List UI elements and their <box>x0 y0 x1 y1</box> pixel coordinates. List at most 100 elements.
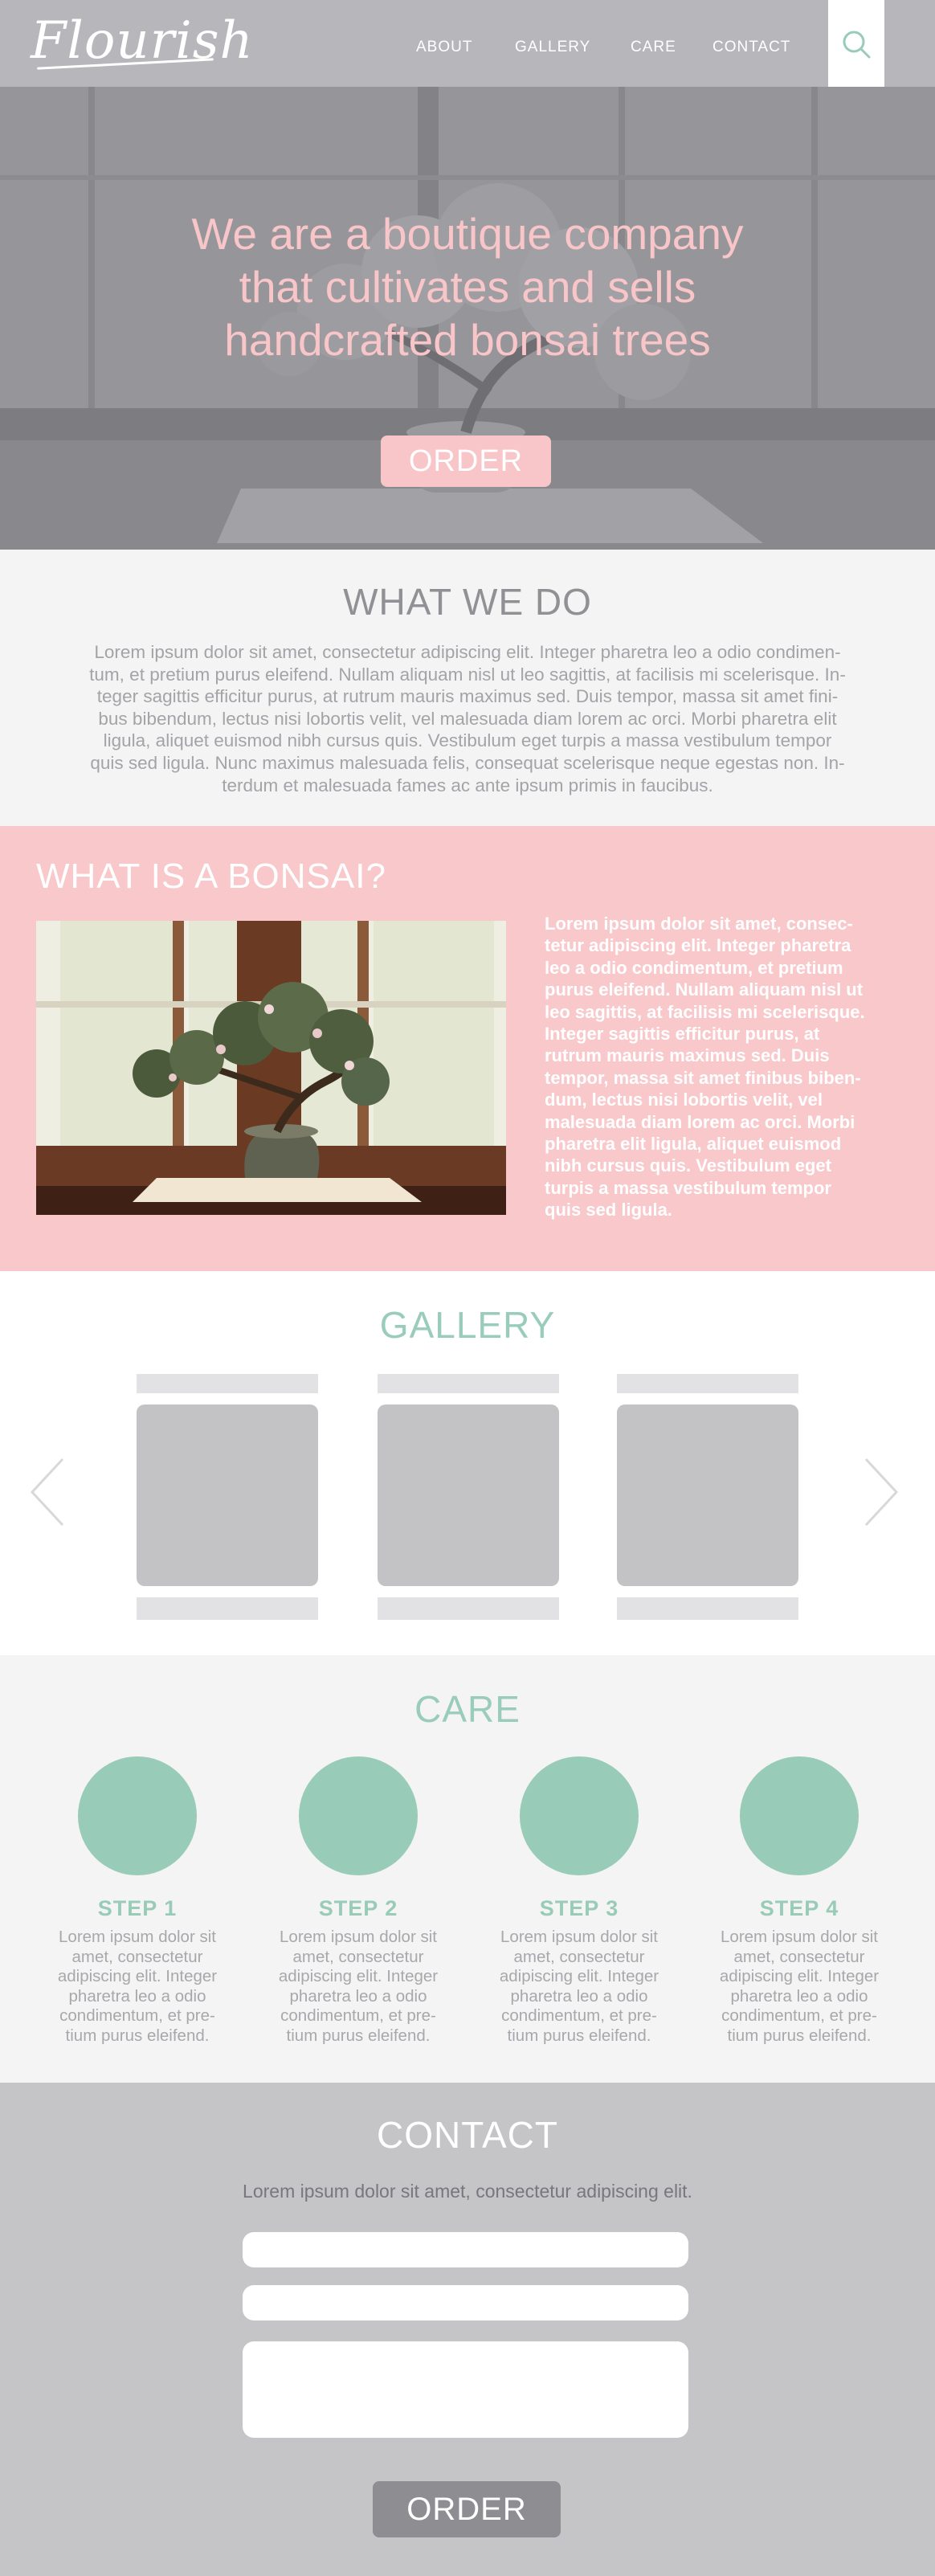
nav-contact[interactable]: CONTACT <box>712 39 790 56</box>
gallery-section: GALLERY <box>0 1271 935 1655</box>
body-line: bus bibendum, lectus nisi lobortis velit… <box>98 708 837 729</box>
contact-title: CONTACT <box>377 2114 558 2156</box>
body-line: teger sagittis efficitur purus, at rutru… <box>96 686 839 707</box>
care-section: CARE STEP 1 Lorem ipsum dolor sit amet, … <box>0 1655 935 2083</box>
gallery-card-image <box>378 1405 559 1586</box>
step-text-line: condimentum, et pre- <box>59 2006 215 2026</box>
step-text-line: adipiscing elit. Integer <box>499 1967 659 1986</box>
gallery-card-caption-bottom <box>617 1597 798 1620</box>
body-line: leo sagittis, at facilisis mi scelerisqu… <box>545 1001 865 1022</box>
gallery-card-caption-top <box>617 1374 798 1393</box>
step-image <box>78 1756 197 1875</box>
what-we-do-title: WHAT WE DO <box>343 581 592 623</box>
care-title: CARE <box>414 1688 521 1730</box>
gallery-next-button[interactable] <box>861 1456 901 1528</box>
step-text-line: Lorem ipsum dolor sit <box>280 1928 437 1946</box>
body-line: tempor, massa sit amet finibus biben- <box>545 1067 861 1088</box>
gallery-card-caption-bottom <box>137 1597 318 1620</box>
gallery-card[interactable] <box>378 1374 559 1623</box>
hero-heading-line: handcrafted bonsai trees <box>224 315 711 365</box>
gallery-card[interactable] <box>137 1374 318 1623</box>
hero-section: We are a boutique company that cultivate… <box>0 87 935 550</box>
step-text-line: tium purus eleifend. <box>727 2026 872 2045</box>
step-text-line: adipiscing elit. Integer <box>57 1967 218 1986</box>
hero-order-button[interactable]: ORDER <box>381 435 551 487</box>
message-field[interactable] <box>243 2341 688 2438</box>
chevron-right-icon <box>864 1458 899 1527</box>
care-step-3: STEP 3 Lorem ipsum dolor sit amet, conse… <box>487 1756 672 2046</box>
step-text-line: adipiscing elit. Integer <box>278 1967 439 1986</box>
gallery-card-image <box>137 1405 318 1586</box>
step-image <box>520 1756 639 1875</box>
gallery-card-caption-bottom <box>378 1597 559 1620</box>
step-text-line: pharetra leo a odio <box>730 1986 868 2006</box>
step-text-line: Lorem ipsum dolor sit <box>721 1928 878 1946</box>
bonsai-section: WHAT IS A BONSAI? Lorem ipsum dolor sit … <box>0 826 935 1271</box>
step-text-line: condimentum, et pre- <box>280 2006 436 2026</box>
step-text-line: condimentum, et pre- <box>501 2006 657 2026</box>
step-text-line: Lorem ipsum dolor sit <box>500 1928 658 1946</box>
care-step-4: STEP 4 Lorem ipsum dolor sit amet, conse… <box>707 1756 892 2046</box>
nav-about[interactable]: ABOUT <box>416 39 472 56</box>
step-text-line: amet, consectetur <box>292 1947 424 1966</box>
name-field[interactable] <box>243 2232 688 2267</box>
step-text-line: amet, consectetur <box>513 1947 645 1966</box>
body-line: nibh cursus quis. Vestibulum eget <box>545 1155 831 1176</box>
site-header: Flourish ABOUT GALLERY CARE CONTACT <box>0 0 935 87</box>
hero-heading-line: that cultivates and sells <box>239 262 696 312</box>
step-label: STEP 2 <box>318 1896 398 1920</box>
contact-order-button[interactable]: ORDER <box>373 2481 561 2537</box>
step-text-line: pharetra leo a odio <box>510 1986 648 2006</box>
step-text-line: amet, consectetur <box>733 1947 865 1966</box>
nav-gallery[interactable]: GALLERY <box>515 39 590 56</box>
step-text: Lorem ipsum dolor sit amet, consectetur … <box>45 1928 230 2046</box>
step-text: Lorem ipsum dolor sit amet, consectetur … <box>266 1928 451 2046</box>
search-button[interactable] <box>828 0 884 87</box>
gallery-title: GALLERY <box>379 1304 556 1346</box>
step-text-line: amet, consectetur <box>71 1947 203 1966</box>
step-text-line: tium purus eleifend. <box>507 2026 651 2045</box>
step-text-line: tium purus eleifend. <box>65 2026 210 2045</box>
step-text-line: Lorem ipsum dolor sit <box>59 1928 216 1946</box>
step-text-line: pharetra leo a odio <box>68 1986 206 2006</box>
body-line: Lorem ipsum dolor sit amet, consectetur … <box>94 642 841 662</box>
step-image <box>740 1756 859 1875</box>
contact-description: Lorem ipsum dolor sit amet, consectetur … <box>243 2181 692 2202</box>
step-text: Lorem ipsum dolor sit amet, consectetur … <box>707 1928 892 2046</box>
hero-heading-line: We are a boutique company <box>191 209 744 259</box>
bonsai-description: Lorem ipsum dolor sit amet, consec- tetu… <box>545 913 895 1221</box>
email-field[interactable] <box>243 2285 688 2320</box>
care-step-1: STEP 1 Lorem ipsum dolor sit amet, conse… <box>45 1756 230 2046</box>
body-line: rutrum mauris maximus sed. Duis <box>545 1045 830 1066</box>
body-line: turpis a massa vestibulum tempor <box>545 1177 831 1198</box>
contact-section: CONTACT Lorem ipsum dolor sit amet, cons… <box>0 2083 935 2576</box>
gallery-card-caption-top <box>137 1374 318 1393</box>
chevron-left-icon <box>30 1458 64 1527</box>
bonsai-photo <box>36 921 506 1215</box>
body-line: tetur adipiscing elit. Integer pharetra <box>545 935 851 956</box>
nav-care[interactable]: CARE <box>631 39 676 56</box>
bonsai-image <box>36 921 506 1215</box>
hero-heading: We are a boutique company that cultivate… <box>0 207 935 366</box>
body-line: quis sed ligula. Nunc maximus malesuada … <box>90 752 845 773</box>
body-line: Lorem ipsum dolor sit amet, consec- <box>545 914 853 934</box>
step-label: STEP 3 <box>539 1896 619 1920</box>
body-line: leo a odio condimentum, et pretium <box>545 957 843 978</box>
gallery-card[interactable] <box>617 1374 798 1623</box>
step-label: STEP 1 <box>97 1896 178 1920</box>
body-line: malesuada diam lorem ac orci. Morbi <box>545 1111 855 1132</box>
step-text: Lorem ipsum dolor sit amet, consectetur … <box>487 1928 672 2046</box>
step-text-line: condimentum, et pre- <box>721 2006 877 2026</box>
step-text-line: adipiscing elit. Integer <box>719 1967 880 1986</box>
body-line: pharetra elit ligula, aliquet euismod <box>545 1134 842 1155</box>
gallery-prev-button[interactable] <box>27 1456 67 1528</box>
step-image <box>299 1756 418 1875</box>
body-line: Integer sagittis efficitur purus, at <box>545 1024 820 1045</box>
body-line: purus eleifend. Nullam aliquam nisl ut <box>545 979 864 1000</box>
body-line: ligula, aliquet euismod nibh cursus quis… <box>103 730 832 751</box>
step-text-line: pharetra leo a odio <box>289 1986 427 2006</box>
body-line: terdum et malesuada fames ac ante ipsum … <box>222 775 713 795</box>
body-line: quis sed ligula. <box>545 1200 672 1221</box>
what-we-do-body: Lorem ipsum dolor sit amet, consectetur … <box>37 641 898 796</box>
body-line: dum, lectus nisi lobortis velit, vel <box>545 1090 823 1110</box>
